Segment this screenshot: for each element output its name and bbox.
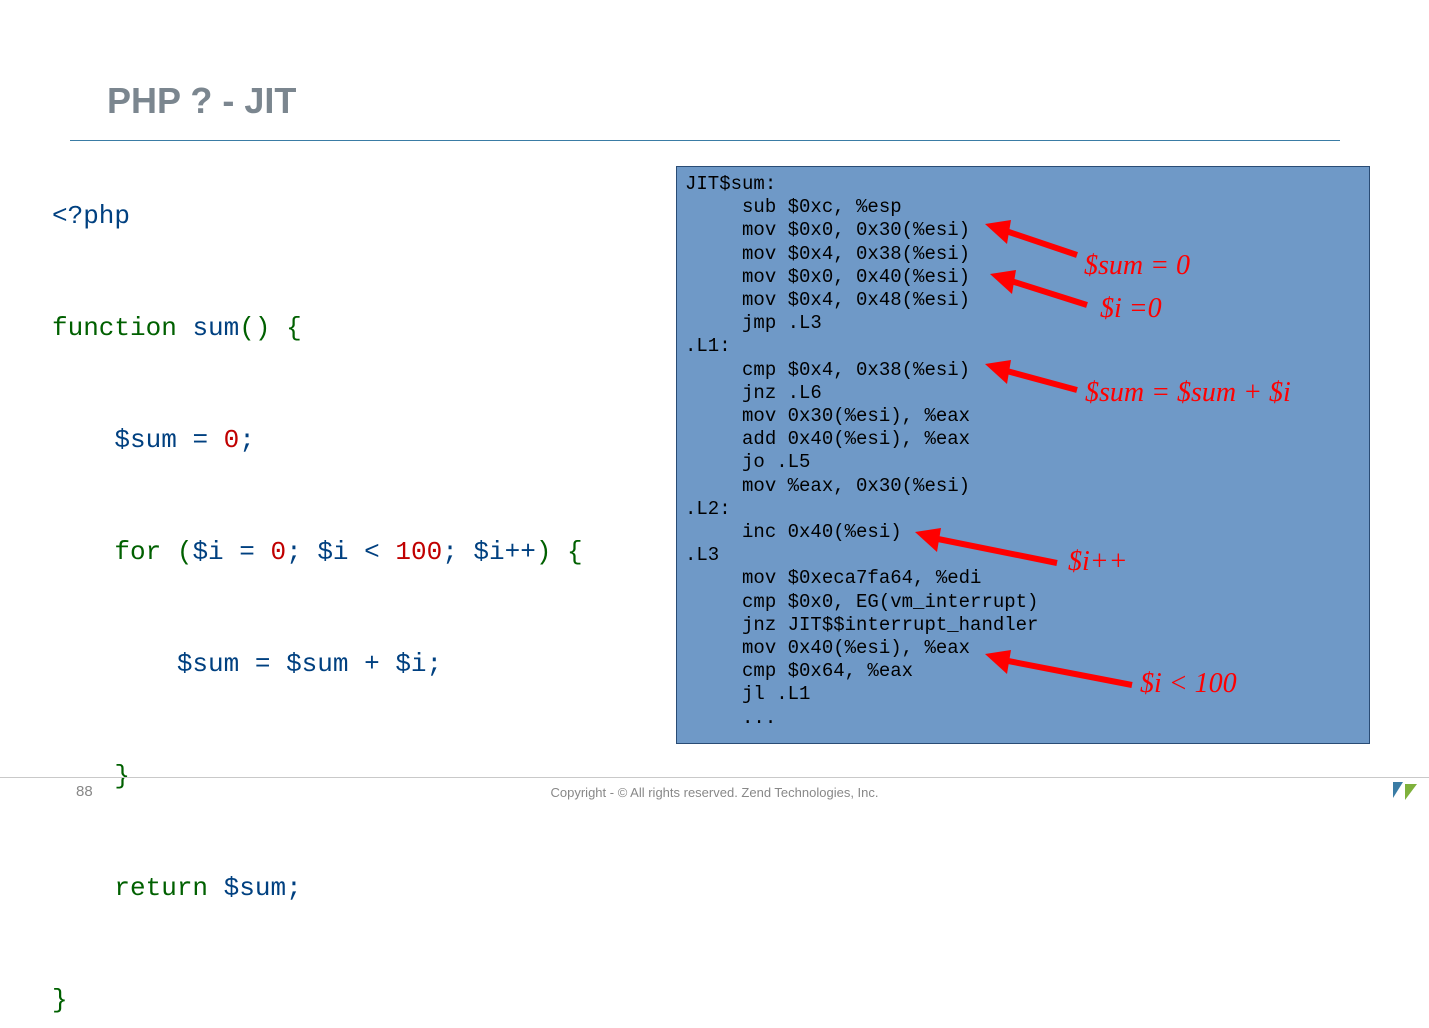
- var-sum: $sum: [286, 649, 348, 679]
- zend-logo-icon: [1391, 780, 1419, 802]
- paren-open: (: [239, 313, 255, 343]
- var-sum: $sum: [224, 873, 286, 903]
- brace-open: {: [286, 313, 302, 343]
- kw-for: for: [114, 537, 161, 567]
- num-zero: 0: [271, 537, 287, 567]
- anno-i-zero: $i =0: [1100, 293, 1162, 325]
- slide-title: PHP ? - JIT: [107, 80, 296, 122]
- semi: ;: [442, 537, 458, 567]
- var-ipp: $i++: [473, 537, 535, 567]
- arrow-icon: [985, 220, 1080, 260]
- arrow-icon: [985, 650, 1135, 690]
- op-lt: <: [364, 537, 380, 567]
- copyright-text: Copyright - © All rights reserved. Zend …: [0, 785, 1429, 800]
- php-code-block: <?php function sum() { $sum = 0; for ($i…: [52, 188, 583, 1028]
- semi: ;: [286, 873, 302, 903]
- brace-open: {: [567, 537, 583, 567]
- arrow-icon: [915, 528, 1060, 568]
- func-name: sum: [192, 313, 239, 343]
- var-i: $i: [192, 537, 223, 567]
- title-divider: [70, 140, 1340, 141]
- op-plus: +: [364, 649, 380, 679]
- kw-return: return: [114, 873, 208, 903]
- num-zero: 0: [224, 425, 240, 455]
- php-open-tag: <?php: [52, 201, 130, 231]
- arrow-icon: [985, 360, 1080, 395]
- var-sum: $sum: [114, 425, 176, 455]
- anno-sum-zero: $sum = 0: [1084, 250, 1190, 282]
- brace-close: }: [52, 985, 68, 1015]
- num-100: 100: [395, 537, 442, 567]
- paren-close: ): [255, 313, 271, 343]
- var-i: $i: [395, 649, 426, 679]
- op-eq: =: [192, 425, 208, 455]
- op-eq: =: [239, 537, 255, 567]
- paren-close: ): [536, 537, 552, 567]
- semi: ;: [239, 425, 255, 455]
- semi: ;: [286, 537, 302, 567]
- kw-function: function: [52, 313, 177, 343]
- arrow-icon: [990, 270, 1090, 310]
- var-i: $i: [317, 537, 348, 567]
- anno-ipp: $i++: [1068, 546, 1128, 578]
- anno-sum-plus: $sum = $sum + $i: [1085, 377, 1291, 409]
- paren-open: (: [177, 537, 193, 567]
- anno-ilt: $i < 100: [1140, 668, 1237, 700]
- op-eq: =: [255, 649, 271, 679]
- var-sum: $sum: [177, 649, 239, 679]
- footer-divider: [0, 777, 1429, 778]
- semi: ;: [427, 649, 443, 679]
